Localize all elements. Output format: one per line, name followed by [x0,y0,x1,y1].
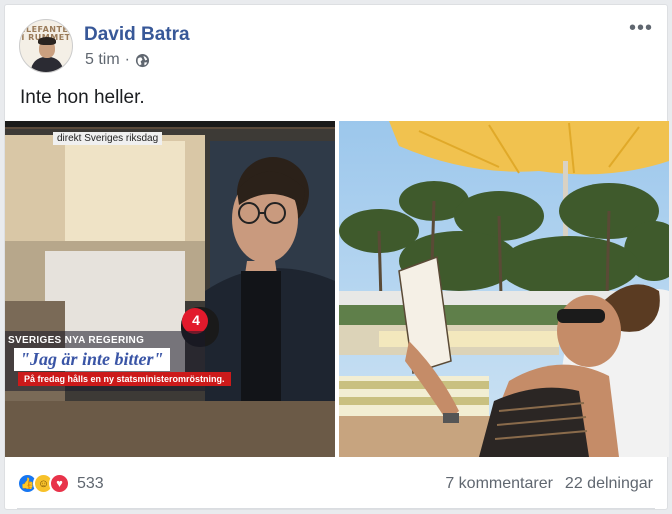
comments-count[interactable]: 7 kommentarer [445,475,553,493]
reaction-count[interactable]: 533 [77,475,104,493]
author-name[interactable]: David Batra [84,24,190,46]
avatar[interactable]: ELEFANTEN I RUMMET [19,19,73,73]
ellipsis-icon[interactable]: ••• [629,18,653,38]
post-stats: 7 kommentarer 22 delningar [445,475,653,493]
avatar-hair [38,37,56,45]
meta-separator: · [124,51,130,68]
channel-logo: 4 [192,312,200,328]
post-time[interactable]: 5 tim [85,51,120,69]
tv-photo-illustration [5,121,335,457]
globe-icon[interactable] [135,53,150,68]
photo-poolside[interactable] [339,121,669,457]
chyron-sub: På fredag hålls en ny statsministeromrös… [18,372,231,386]
reactions-summary[interactable]: 👍 ☺ ♥ 533 [17,473,104,494]
post-card: ELEFANTEN I RUMMET David Batra 5 tim · •… [4,4,669,511]
shares-count[interactable]: 22 delningar [565,475,653,493]
footer-divider [17,508,655,509]
photo-tv-interview[interactable]: direkt Sveriges riksdag SVERIGES NYA REG… [5,121,335,457]
tv-label: direkt Sveriges riksdag [53,132,163,145]
chyron-main: "Jag är inte bitter" [14,348,170,371]
chyron-top: SVERIGES NYA REGERING [8,335,145,346]
love-icon: ♥ [49,473,70,494]
poolside-photo-illustration [339,121,669,457]
avatar-body [31,57,63,72]
post-meta: 5 tim · [85,51,150,69]
post-footer: 👍 ☺ ♥ 533 7 kommentarer 22 delningar [5,457,667,511]
post-text: Inte hon heller. [20,87,145,108]
